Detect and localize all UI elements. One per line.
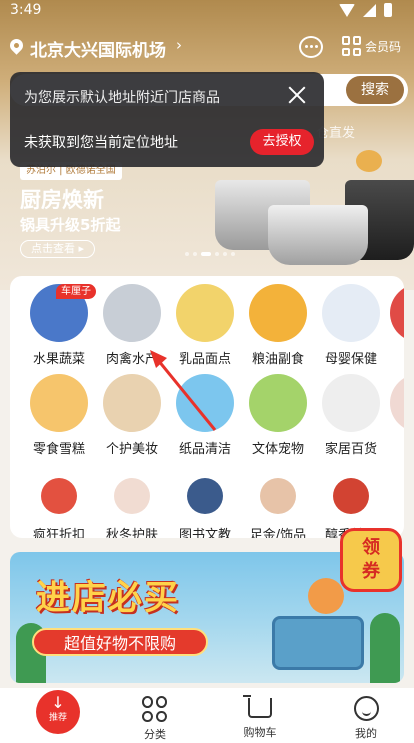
location-popup: 为您展示默认地址附近门店商品 未获取到您当前定位地址 去授权 (10, 72, 324, 167)
status-bar: 3:49 (0, 0, 414, 24)
tab-cart-label: 购物车 (243, 726, 277, 739)
tab-category[interactable]: 分类 (115, 688, 195, 742)
category-label: 水果蔬菜 (32, 352, 85, 367)
close-icon[interactable] (286, 84, 308, 106)
home-goods-icon (322, 374, 380, 432)
home-tab-button[interactable]: ↓ 推荐 (36, 690, 80, 734)
category-item[interactable]: 零食雪糕 (22, 374, 96, 457)
snack-icecream-icon (30, 374, 88, 432)
category-label: 个护美妆 (105, 442, 158, 457)
category-item[interactable]: 家电 (382, 374, 404, 457)
tab-me-label: 我的 (355, 727, 377, 740)
tab-cart[interactable]: 购物车 (220, 688, 300, 740)
category-item[interactable]: 纸品清洁 (168, 374, 242, 457)
beauty-icon (103, 374, 161, 432)
category-icon (142, 696, 168, 722)
liquor-icon (333, 478, 369, 514)
authorize-button[interactable]: 去授权 (250, 129, 314, 155)
banner-title: 厨房焕新 (20, 188, 104, 212)
battery-icon (384, 3, 392, 17)
drink-icon (390, 284, 404, 342)
category-item[interactable]: 文体宠物 (241, 374, 315, 457)
promo-title: 进店必买 (36, 578, 180, 618)
banner-subtitle: 锅具升级5折起 (20, 216, 121, 234)
category-item[interactable]: 车厘子水果蔬菜 (22, 284, 96, 367)
skincare-icon (114, 478, 150, 514)
promo-subtitle: 超值好物不限购 (32, 628, 208, 656)
tab-me[interactable]: 我的 (326, 688, 406, 741)
category-label: 家居百货 (324, 442, 377, 457)
category-item[interactable]: 母婴保健 (314, 284, 388, 367)
category-item[interactable]: 酒水 (382, 284, 404, 367)
member-code-label[interactable]: 会员码 (365, 38, 401, 55)
popup-warning: 未获取到您当前定位地址 (24, 135, 178, 151)
category-label: 图书文教 (178, 528, 231, 538)
top-area: 3:49 北京大兴国际机场 › 会员码 搜索 仓直发 苏泊尔 | 欧德诺全国 厨… (0, 0, 414, 290)
carousel-indicator (185, 252, 235, 256)
search-button[interactable]: 搜索 (346, 76, 404, 104)
status-time: 3:49 (10, 2, 42, 18)
category-item[interactable]: 乳品面点 (168, 284, 242, 367)
message-icon[interactable] (299, 36, 323, 58)
dairy-bread-icon (176, 284, 234, 342)
category-item[interactable]: 肉禽水产 (95, 284, 169, 367)
shopping-cart-image (272, 616, 364, 670)
member-code-icon[interactable] (342, 36, 362, 56)
category-label: 文体宠物 (251, 442, 304, 457)
coupon-text-line2: 券 (362, 561, 380, 582)
category-label: 母婴保健 (324, 352, 377, 367)
popup-message: 为您展示默认地址附近门店商品 (24, 90, 220, 106)
pumpkin-decoration (356, 150, 382, 172)
location-selector[interactable]: 北京大兴国际机场 (30, 36, 166, 61)
category-label: 肉禽水产 (105, 352, 158, 367)
cart-icon (243, 695, 272, 718)
category-label: 零食雪糕 (32, 442, 85, 457)
category-label: 足金/饰品 (249, 528, 307, 538)
tree-decoration (370, 613, 400, 683)
location-pin-icon (7, 36, 26, 55)
fish-icon (103, 284, 161, 342)
category-label: 酒水 (382, 348, 404, 367)
banner-view-button[interactable]: 点击查看 ▸ (20, 240, 96, 258)
coupon-text-line1: 领 (362, 537, 380, 558)
category-item[interactable]: 粮油副食 (241, 284, 315, 367)
chevron-right-icon[interactable]: › (176, 36, 182, 54)
jewelry-icon (260, 478, 296, 514)
category-label: 粮油副食 (251, 352, 304, 367)
category-item[interactable]: 个护美妆 (95, 374, 169, 457)
status-icons (339, 3, 392, 17)
baby-care-icon (322, 284, 380, 342)
discount-icon (41, 478, 77, 514)
oil-grain-icon (249, 284, 307, 342)
category-item[interactable]: 疯狂折扣 (22, 472, 96, 538)
category-item[interactable]: 足金/饰品 (241, 472, 315, 538)
book-icon (187, 478, 223, 514)
wifi-icon (339, 3, 355, 17)
tissue-cleaning-icon (176, 374, 234, 432)
signal-icon (363, 3, 376, 17)
steel-pot-image (268, 205, 368, 265)
stationery-pet-icon (249, 374, 307, 432)
category-badge: 车厘子 (56, 284, 96, 299)
category-grid: 车厘子水果蔬菜肉禽水产乳品面点粮油副食母婴保健酒水零食雪糕个护美妆纸品清洁文体宠… (10, 276, 404, 538)
bottom-tab-bar: ↓ 推荐 分类 购物车 我的 (0, 688, 414, 743)
category-label: 家电 (382, 438, 404, 457)
appliance-icon (390, 374, 404, 432)
profile-icon (353, 696, 379, 721)
category-label: 疯狂折扣 (32, 528, 85, 538)
coupon-float-button[interactable]: 领 券 (340, 528, 402, 592)
header: 北京大兴国际机场 › 会员码 (0, 30, 414, 64)
mascot-image (308, 578, 344, 614)
tab-category-label: 分类 (144, 728, 166, 741)
category-item[interactable]: 家居百货 (314, 374, 388, 457)
category-label: 纸品清洁 (178, 442, 231, 457)
category-label: 乳品面点 (178, 352, 231, 367)
category-item[interactable]: 秋冬护肤 (95, 472, 169, 538)
tab-home-label: 推荐 (48, 713, 67, 723)
category-label: 秋冬护肤 (105, 528, 158, 538)
category-item[interactable]: 图书文教 (168, 472, 242, 538)
